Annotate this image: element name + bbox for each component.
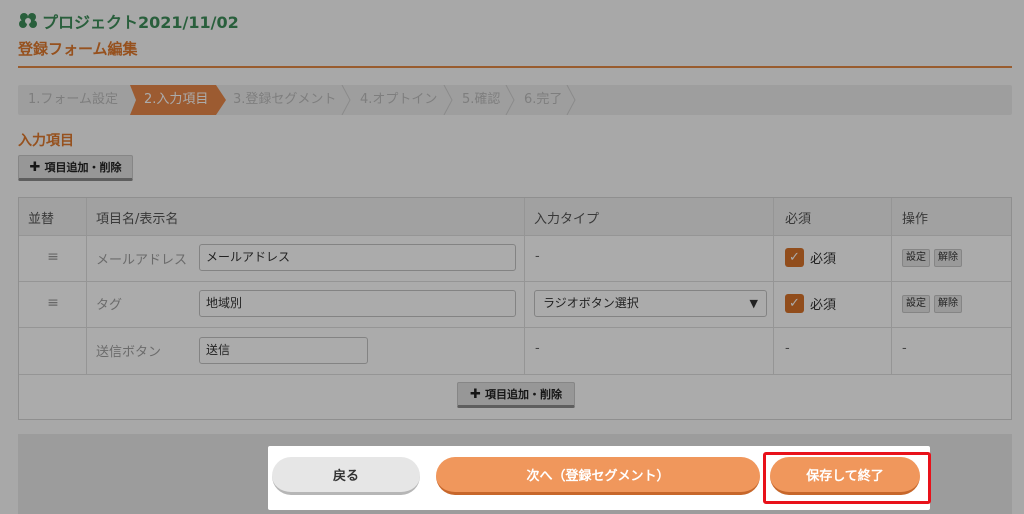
highlight-box — [763, 452, 931, 504]
next-segment-button[interactable]: 次へ（登録セグメント） — [436, 457, 760, 495]
back-button[interactable]: 戻る — [272, 457, 420, 495]
